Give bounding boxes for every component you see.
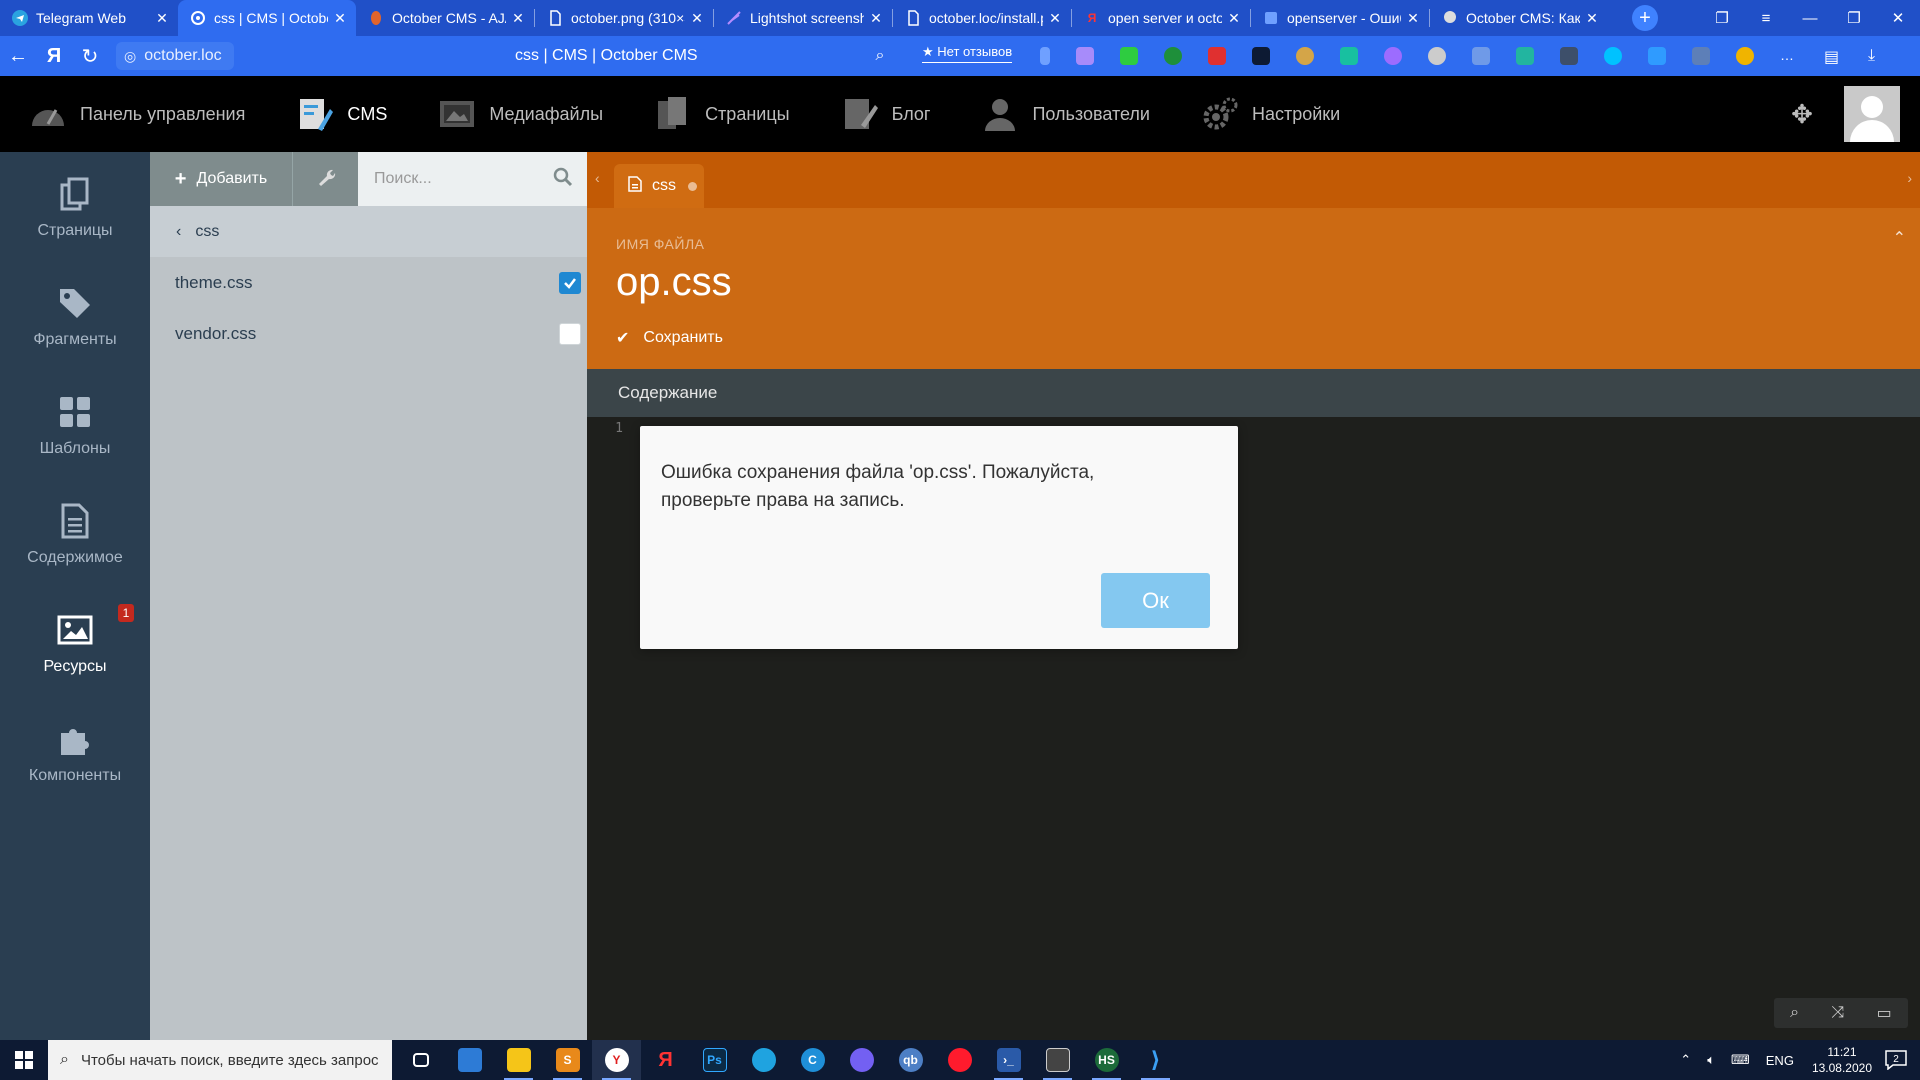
clock-date: 13.08.2020 bbox=[1811, 1061, 1872, 1075]
console-icon[interactable] bbox=[1033, 1040, 1082, 1080]
windows-start-icon[interactable] bbox=[0, 1040, 48, 1080]
store-icon[interactable] bbox=[445, 1040, 494, 1080]
keyboard-icon[interactable]: ⌨ bbox=[1731, 1052, 1750, 1068]
notifications-icon[interactable]: 2 bbox=[1882, 1046, 1910, 1074]
explorer-icon[interactable] bbox=[494, 1040, 543, 1080]
opera-icon[interactable] bbox=[935, 1040, 984, 1080]
taskbar-search-placeholder: Чтобы начать поиск, введите здесь запрос bbox=[80, 1051, 379, 1069]
volume-icon[interactable]: 🔈︎ bbox=[1707, 1052, 1715, 1068]
clock[interactable]: 11:21 13.08.2020 bbox=[1812, 1044, 1872, 1076]
taskbar-apps: S Y Я Ps C qb ›_ HS ⟩ bbox=[396, 1040, 1180, 1080]
sublime-icon[interactable]: S bbox=[543, 1040, 592, 1080]
qbittorrent-icon[interactable]: qb bbox=[886, 1040, 935, 1080]
error-dialog: Ошибка сохранения файла 'op.css'. Пожалу… bbox=[640, 426, 1238, 649]
task-view-icon[interactable] bbox=[396, 1040, 445, 1080]
edge-icon[interactable] bbox=[739, 1040, 788, 1080]
yandex-browser-icon[interactable]: Y bbox=[592, 1040, 641, 1080]
vscode-icon[interactable]: ⟩ bbox=[1131, 1040, 1180, 1080]
clock-time: 11:21 bbox=[1827, 1045, 1857, 1059]
search-icon: ⌕ bbox=[60, 1051, 69, 1068]
hs-app-icon[interactable]: HS bbox=[1082, 1040, 1131, 1080]
chevron-up-icon[interactable]: ⌃ bbox=[1680, 1052, 1691, 1068]
system-tray: ⌃ 🔈︎ ⌨ ENG 11:21 13.08.2020 2 bbox=[1672, 1040, 1920, 1080]
notifications-count: 2 bbox=[1893, 1054, 1899, 1065]
taskbar-search[interactable]: ⌕ Чтобы начать поиск, введите здесь запр… bbox=[48, 1040, 392, 1080]
ccleaner-icon[interactable]: C bbox=[788, 1040, 837, 1080]
error-message: Ошибка сохранения файла 'op.css'. Пожалу… bbox=[661, 462, 1095, 511]
yandex-icon[interactable]: Я bbox=[641, 1040, 690, 1080]
ok-button[interactable]: Ок bbox=[1101, 573, 1210, 628]
powershell-icon[interactable]: ›_ bbox=[984, 1040, 1033, 1080]
photoshop-icon[interactable]: Ps bbox=[690, 1040, 739, 1080]
language-indicator[interactable]: ENG bbox=[1766, 1053, 1794, 1068]
viber-icon[interactable] bbox=[837, 1040, 886, 1080]
taskbar: ⌕ Чтобы начать поиск, введите здесь запр… bbox=[0, 1040, 1920, 1080]
